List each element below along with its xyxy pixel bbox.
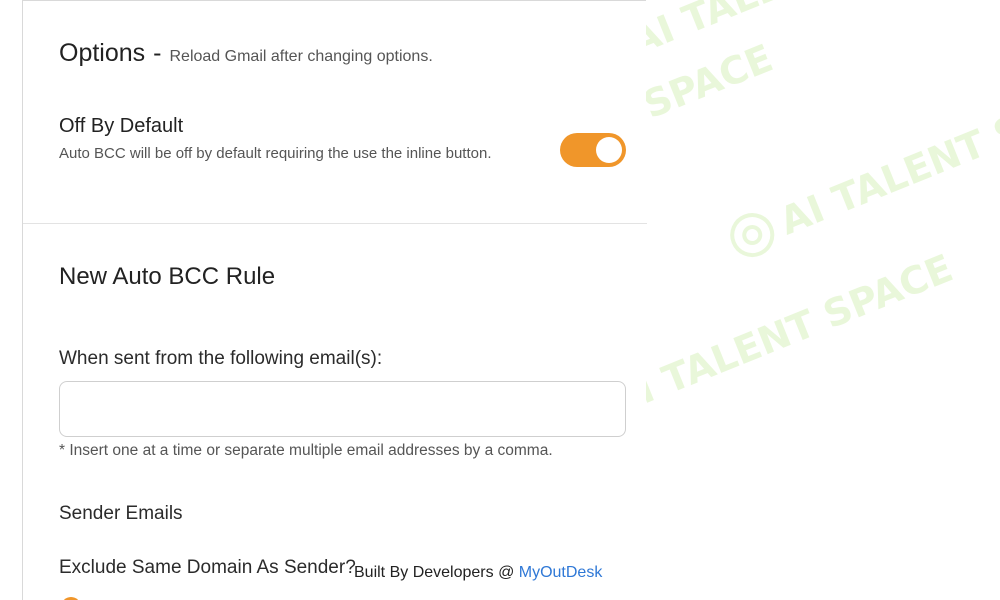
off-by-default-toggle[interactable] — [560, 133, 626, 167]
watermark-logo-icon — [730, 213, 775, 258]
sent-from-label: When sent from the following email(s): — [59, 348, 383, 369]
options-header: Options - Reload Gmail after changing op… — [59, 39, 433, 68]
watermark: AI TALENT SPACE — [721, 64, 1000, 266]
new-rule-title: New Auto BCC Rule — [59, 263, 276, 290]
section-divider — [23, 223, 647, 224]
sender-emails-label: Sender Emails — [59, 503, 183, 524]
options-title: Options — [59, 39, 146, 67]
options-dash: - — [153, 39, 162, 67]
off-by-default-title: Off By Default — [59, 115, 184, 137]
footer: Built By Developers @ MyOutDesk — [354, 564, 602, 582]
exclude-same-domain-label: Exclude Same Domain As Sender? — [59, 557, 356, 578]
email-helper-text: * Insert one at a time or separate multi… — [59, 442, 553, 459]
options-panel: Options - Reload Gmail after changing op… — [22, 0, 647, 600]
toggle-knob — [596, 137, 622, 163]
options-note: Reload Gmail after changing options. — [169, 48, 433, 65]
app-window: AI TALENT SPACE AI TALENT SPACE AI TALEN… — [0, 0, 1000, 600]
off-by-default-description: Auto BCC will be off by default requirin… — [59, 145, 492, 162]
sender-email-input[interactable] — [59, 381, 626, 437]
myoutdesk-link[interactable]: MyOutDesk — [519, 564, 603, 581]
footer-text: Built By Developers @ — [354, 564, 519, 581]
